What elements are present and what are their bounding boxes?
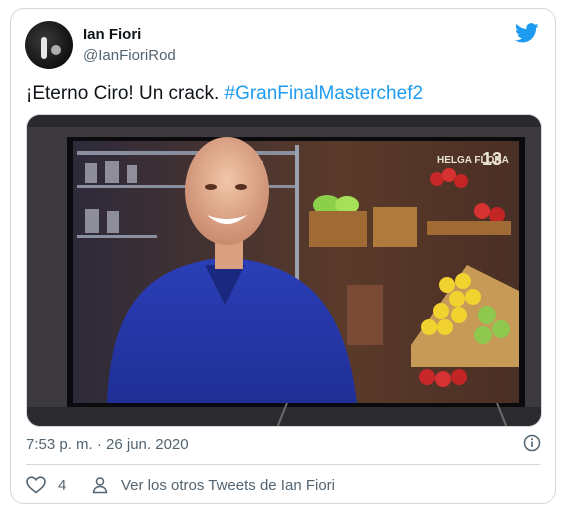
info-icon[interactable] [523,434,541,452]
author-name[interactable]: Ian Fiori [83,26,141,43]
chef-head [185,137,269,245]
hashtag-link[interactable]: #GranFinalMasterchef2 [225,83,424,104]
author-handle[interactable]: @IanFioriRod [83,47,176,64]
tweet-media-photo[interactable]: HELGA FLORA 13 [26,114,542,427]
other-tweets-link[interactable]: Ver los otros Tweets de Ian Fiori [91,476,335,494]
twitter-bird-icon[interactable] [515,23,539,43]
like-count: 4 [58,476,67,494]
tweet-text: ¡Eterno Ciro! Un crack. #GranFinalMaster… [26,83,423,105]
tv-logo-number: 13 [482,149,502,169]
tv-photo: HELGA FLORA 13 [27,115,541,426]
other-tweets-label: Ver los otros Tweets de Ian Fiori [121,476,335,494]
like-button[interactable]: 4 [26,476,66,494]
tweet-card: Ian Fiori @IanFioriRod ¡Eterno Ciro! Un … [10,8,556,504]
avatar[interactable] [25,21,73,69]
avatar-figure [41,37,47,59]
tweet-timestamp[interactable]: 7:53 p. m. · 26 jun. 2020 [26,436,189,453]
tweet-text-plain: ¡Eterno Ciro! Un crack. [26,83,225,104]
avatar-light [51,45,61,55]
heart-icon [26,476,46,494]
person-icon [92,477,108,494]
divider [26,464,540,465]
